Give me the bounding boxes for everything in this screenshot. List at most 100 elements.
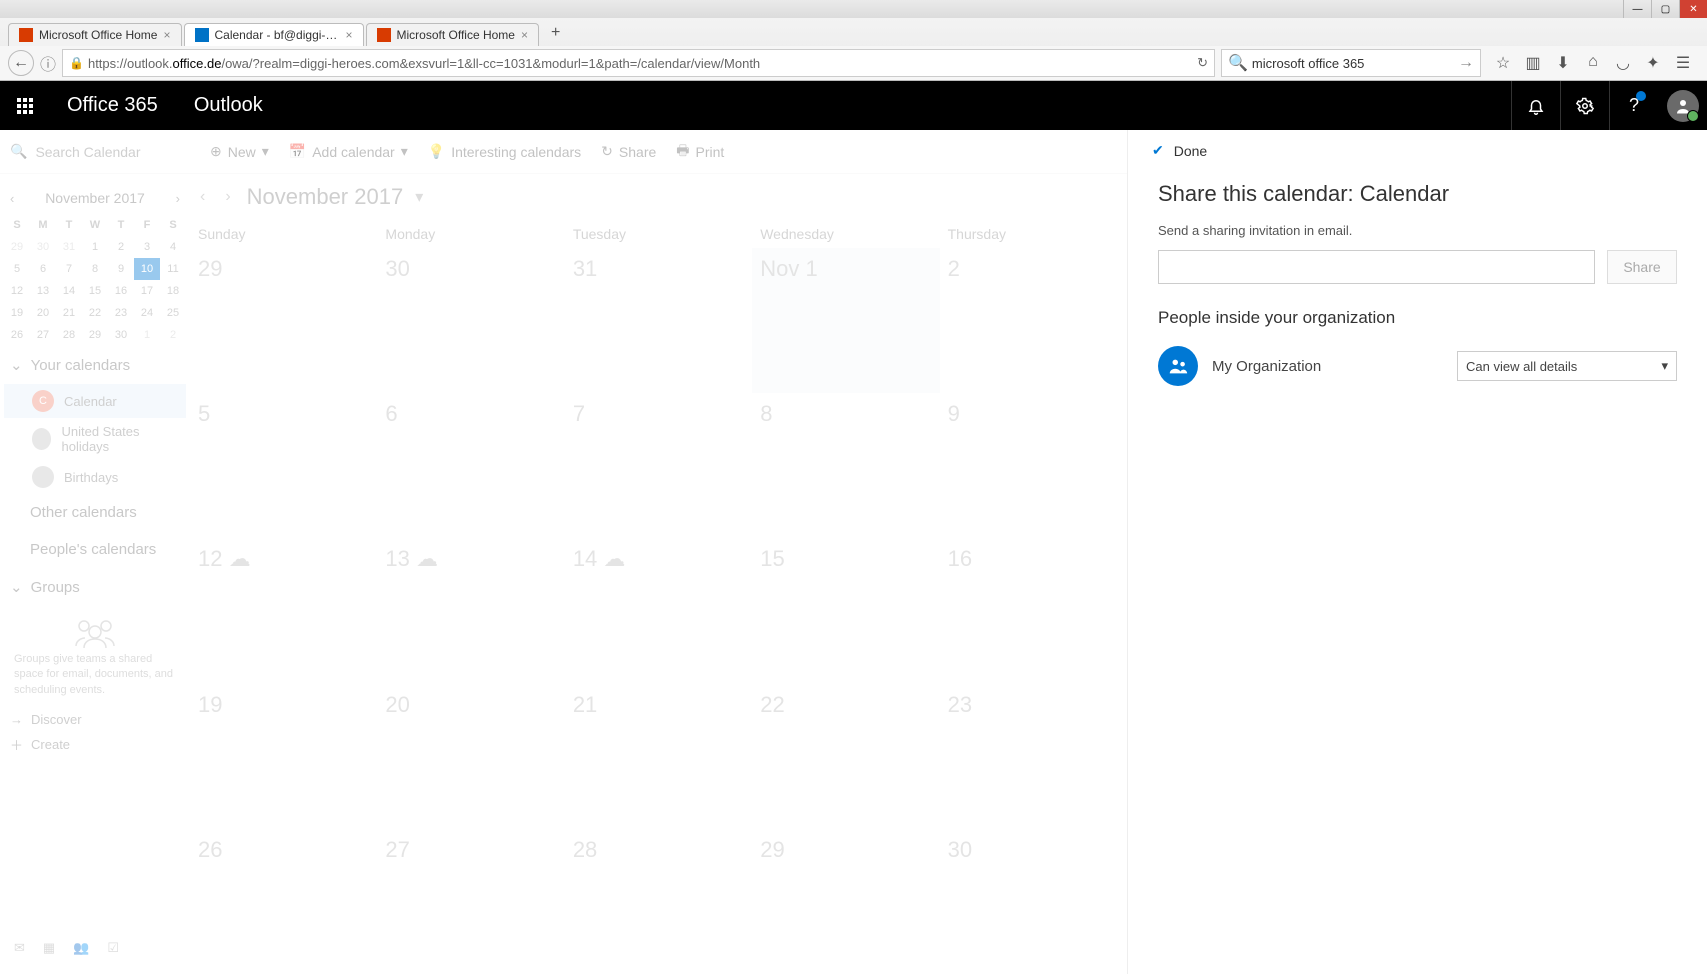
day-cell[interactable]: 29 <box>190 248 377 393</box>
tasks-module-icon[interactable]: ☑ <box>107 940 119 956</box>
pocket-icon[interactable]: ◡ <box>1615 53 1631 73</box>
home-icon[interactable]: ⌂ <box>1585 53 1601 73</box>
cal-next-button[interactable]: › <box>221 188 234 206</box>
mini-cal-day[interactable]: 30 <box>108 324 134 346</box>
window-max-button[interactable]: ▢ <box>1651 0 1679 18</box>
calendar-list-item[interactable]: United States holidays <box>4 418 186 460</box>
mini-cal-day[interactable]: 19 <box>4 302 30 324</box>
day-cell[interactable]: 31 <box>565 248 752 393</box>
mini-cal-day[interactable]: 2 <box>108 236 134 258</box>
mini-cal-day[interactable]: 16 <box>108 280 134 302</box>
mini-cal-day[interactable]: 25 <box>160 302 186 324</box>
mini-cal-day[interactable]: 31 <box>56 236 82 258</box>
notifications-button[interactable] <box>1511 81 1560 130</box>
downloads-icon[interactable]: ⬇ <box>1555 53 1571 73</box>
people-module-icon[interactable]: 👥 <box>73 940 89 956</box>
mini-cal-day[interactable]: 18 <box>160 280 186 302</box>
app-launcher-button[interactable] <box>0 81 49 130</box>
your-calendars-header[interactable]: ⌄Your calendars <box>4 346 186 384</box>
new-button[interactable]: ⊕New▾ <box>210 143 269 160</box>
day-cell[interactable]: 9 <box>940 393 1127 538</box>
day-cell[interactable]: 21 <box>565 684 752 829</box>
invite-email-input[interactable] <box>1158 250 1595 284</box>
new-tab-button[interactable]: + <box>541 20 570 46</box>
mini-cal-day[interactable]: 29 <box>82 324 108 346</box>
mini-cal-day[interactable]: 22 <box>82 302 108 324</box>
day-cell[interactable]: 7 <box>565 393 752 538</box>
day-cell[interactable]: 26 <box>190 829 377 974</box>
day-cell[interactable]: 30 <box>940 829 1127 974</box>
mini-cal-day[interactable]: 28 <box>56 324 82 346</box>
day-cell[interactable]: 22 <box>752 684 939 829</box>
mail-module-icon[interactable]: ✉ <box>14 940 25 956</box>
calendar-grid[interactable]: SundayMondayTuesdayWednesdayThursday2930… <box>190 220 1127 974</box>
mini-cal-day[interactable]: 30 <box>30 236 56 258</box>
other-calendars-header[interactable]: Other calendars <box>4 494 186 531</box>
calendar-title[interactable]: November 2017 <box>247 184 404 210</box>
interesting-calendars-button[interactable]: 💡Interesting calendars <box>428 143 581 160</box>
mini-cal-day[interactable]: 29 <box>4 236 30 258</box>
hamburger-icon[interactable]: ☰ <box>1675 53 1691 73</box>
mini-cal-day[interactable]: 24 <box>134 302 160 324</box>
calendar-list-item[interactable]: CCalendar <box>4 384 186 418</box>
discover-link[interactable]: →Discover <box>4 708 186 731</box>
calendar-list-item[interactable]: Birthdays <box>4 460 186 494</box>
day-cell[interactable]: 27 <box>377 829 564 974</box>
mini-cal-day[interactable]: 1 <box>134 324 160 346</box>
mini-cal-day[interactable]: 20 <box>30 302 56 324</box>
done-button[interactable]: ✔ Done <box>1128 130 1707 171</box>
day-cell[interactable]: 12 ☁ <box>190 538 377 683</box>
mini-cal-day[interactable]: 9 <box>108 258 134 280</box>
day-cell[interactable]: 2 <box>940 248 1127 393</box>
day-cell[interactable]: 8 <box>752 393 939 538</box>
puzzle-icon[interactable]: ✦ <box>1645 53 1661 73</box>
mini-cal-day[interactable]: 17 <box>134 280 160 302</box>
tab-close-button[interactable]: × <box>163 28 170 42</box>
browser-tab[interactable]: Microsoft Office Home× <box>8 23 182 46</box>
mini-cal-day[interactable]: 26 <box>4 324 30 346</box>
day-cell[interactable]: 14 ☁ <box>565 538 752 683</box>
send-share-button[interactable]: Share <box>1607 250 1677 284</box>
tab-close-button[interactable]: × <box>521 28 528 42</box>
address-bar[interactable]: 🔒 https://outlook.office.de/owa/?realm=d… <box>62 49 1215 77</box>
mini-cal-day[interactable]: 1 <box>82 236 108 258</box>
cal-prev-button[interactable]: ‹ <box>196 188 209 206</box>
day-cell[interactable]: 5 <box>190 393 377 538</box>
day-cell[interactable]: 29 <box>752 829 939 974</box>
day-cell[interactable]: 13 ☁ <box>377 538 564 683</box>
day-cell[interactable]: Nov 1 <box>752 248 939 393</box>
day-cell[interactable]: 15 <box>752 538 939 683</box>
bookmark-star-icon[interactable]: ☆ <box>1495 53 1511 73</box>
identity-icon[interactable]: ⓘ <box>40 51 56 75</box>
day-cell[interactable]: 19 <box>190 684 377 829</box>
mini-cal-day[interactable]: 21 <box>56 302 82 324</box>
mini-cal-day[interactable]: 13 <box>30 280 56 302</box>
app-name-label[interactable]: Outlook <box>176 94 281 117</box>
mini-cal-day[interactable]: 27 <box>30 324 56 346</box>
nav-back-button[interactable]: ← <box>8 50 34 76</box>
mini-cal-day[interactable]: 14 <box>56 280 82 302</box>
mini-cal-day[interactable]: 5 <box>4 258 30 280</box>
mini-calendar[interactable]: SMTWTFS293031123456789101112131415161718… <box>4 214 186 346</box>
day-cell[interactable]: 30 <box>377 248 564 393</box>
browser-tab[interactable]: Calendar - bf@diggi-heroes…× <box>184 23 364 46</box>
mini-cal-day[interactable]: 7 <box>56 258 82 280</box>
chevron-down-icon[interactable]: ▾ <box>415 187 423 207</box>
mini-month-label[interactable]: November 2017 <box>14 190 175 206</box>
mini-cal-day[interactable]: 2 <box>160 324 186 346</box>
permission-select[interactable]: Can view all details ▾ <box>1457 351 1677 381</box>
groups-header[interactable]: ⌄Groups <box>4 568 186 606</box>
browser-tab[interactable]: Microsoft Office Home× <box>366 23 540 46</box>
window-min-button[interactable]: — <box>1623 0 1651 18</box>
mini-cal-day[interactable]: 23 <box>108 302 134 324</box>
day-cell[interactable]: 16 <box>940 538 1127 683</box>
create-link[interactable]: ＋Create <box>4 731 186 758</box>
library-icon[interactable]: ▥ <box>1525 53 1541 73</box>
day-cell[interactable]: 6 <box>377 393 564 538</box>
tab-close-button[interactable]: × <box>345 28 352 42</box>
mini-cal-day[interactable]: 15 <box>82 280 108 302</box>
add-calendar-button[interactable]: 📅Add calendar▾ <box>289 143 408 160</box>
mini-cal-day[interactable]: 6 <box>30 258 56 280</box>
day-cell[interactable]: 28 <box>565 829 752 974</box>
mini-cal-day[interactable]: 12 <box>4 280 30 302</box>
